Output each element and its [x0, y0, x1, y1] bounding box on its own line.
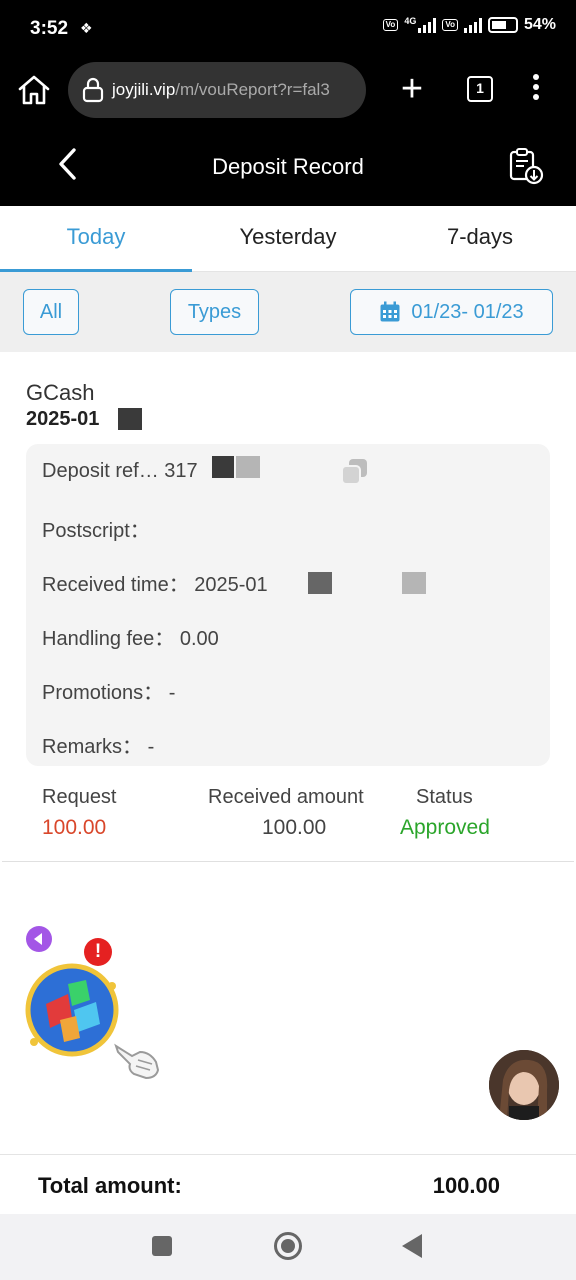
request-amount: 100.00	[42, 816, 107, 839]
support-avatar[interactable]	[489, 1050, 559, 1120]
tab-7-days[interactable]: 7-days	[384, 206, 576, 271]
recent-apps-icon[interactable]	[152, 1236, 172, 1256]
calendar-icon	[380, 301, 400, 322]
home-circle-icon[interactable]	[274, 1232, 302, 1260]
lock-icon	[82, 77, 104, 103]
url-domain: joyjili.vip	[112, 80, 176, 99]
more-menu-icon[interactable]	[526, 74, 546, 106]
deposit-ref-label: Deposit ref… 317	[42, 460, 198, 482]
deposit-record-card: GCash 2025-01 Deposit ref… 317 Postscrip…	[2, 352, 574, 862]
total-amount: 100.00	[432, 1173, 500, 1198]
system-nav-bar	[0, 1214, 576, 1280]
signal-icon-2	[463, 17, 482, 33]
redaction-block	[212, 456, 234, 478]
postscript-label: Postscript：	[42, 520, 150, 542]
record-datetime: 2025-01	[26, 408, 100, 430]
pointing-hand-icon	[114, 1043, 160, 1080]
all-filter-button[interactable]: All	[23, 289, 79, 335]
browser-toolbar: joyjili.vip/m/vouReport?r=fal3 + 1	[0, 58, 576, 122]
volte-icon-2: Vo	[442, 19, 458, 31]
redaction-block	[118, 408, 142, 430]
network-type: 4G	[404, 16, 417, 26]
request-label: Request	[42, 786, 117, 808]
types-filter-button[interactable]: Types	[170, 289, 259, 335]
home-icon[interactable]	[16, 72, 52, 108]
remarks-label: Remarks： -	[42, 736, 155, 758]
tab-today[interactable]: Today	[0, 206, 192, 272]
url-path: /m/vouReport?r=fal3	[175, 80, 330, 99]
promotions-label: Promotions： -	[42, 682, 176, 704]
tab-switcher-button[interactable]: 1	[467, 76, 493, 102]
back-triangle-icon[interactable]	[402, 1234, 422, 1258]
clipboard-download-icon[interactable]	[506, 146, 546, 186]
date-range-label: 01/23- 01/23	[411, 300, 524, 323]
status-badge: Approved	[400, 816, 490, 839]
app-header: Deposit Record	[0, 122, 576, 206]
received-amount: 100.00	[262, 816, 327, 839]
status-icons: Vo 4G Vo 54%	[382, 16, 556, 34]
tab-yesterday[interactable]: Yesterday	[192, 206, 384, 271]
filter-bar: All Types 01/23- 01/23	[0, 272, 576, 352]
total-label: Total amount:	[38, 1173, 182, 1198]
address-bar[interactable]: joyjili.vip/m/vouReport?r=fal3	[68, 62, 366, 118]
redaction-block	[308, 572, 332, 594]
collapse-widget-icon[interactable]	[26, 926, 52, 952]
game-cube-icon[interactable]	[24, 962, 120, 1058]
redaction-block	[236, 456, 260, 478]
battery-icon	[487, 17, 518, 33]
notification-icon: ❖	[80, 20, 93, 36]
total-bar: Total amount: 100.00	[0, 1154, 576, 1214]
redaction-block	[402, 572, 426, 594]
payment-method: GCash	[26, 380, 95, 405]
received-amount-label: Received amount	[208, 786, 364, 808]
volte-icon: Vo	[382, 19, 399, 31]
date-range-button[interactable]: 01/23- 01/23	[350, 289, 553, 335]
copy-icon[interactable]	[340, 457, 370, 487]
record-summary: Request 100.00 Received amount 100.00 St…	[2, 784, 574, 854]
received-time-label: Received time： 2025-01	[42, 574, 268, 596]
battery-percent: 54%	[523, 16, 556, 33]
status-bar: 3:52 ❖ Vo 4G Vo 54%	[0, 0, 576, 58]
signal-icon	[418, 17, 437, 33]
record-details: Deposit ref… 317 Postscript： Received ti…	[26, 444, 550, 766]
period-tabs: Today Yesterday 7-days	[0, 206, 576, 272]
handling-fee-label: Handling fee： 0.00	[42, 628, 219, 650]
clock: 3:52	[30, 18, 69, 39]
page-title: Deposit Record	[212, 154, 364, 179]
status-label: Status	[416, 786, 473, 808]
new-tab-icon[interactable]: +	[394, 70, 430, 108]
